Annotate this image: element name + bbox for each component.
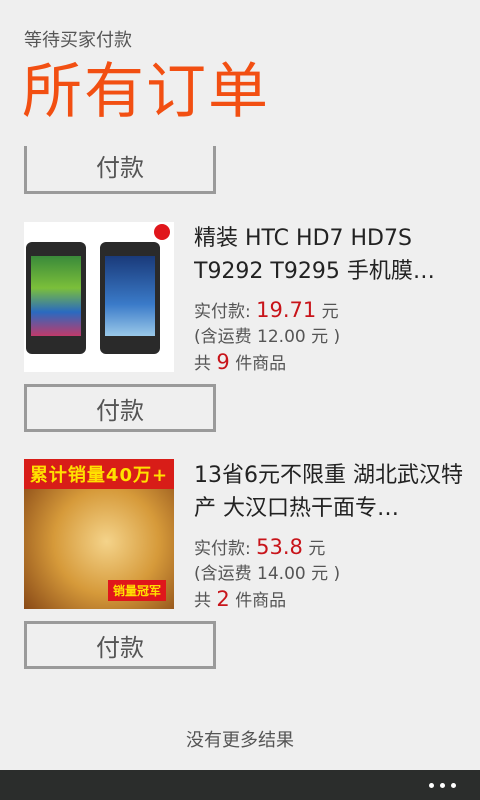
pay-button-previous[interactable]: 付款: [24, 146, 216, 194]
noodle-product-image: 累计销量40万+ 销量冠军: [24, 459, 174, 609]
order-item[interactable]: 累计销量40万+ 销量冠军 13省6元不限重 湖北武汉特产 大汉口热干面专… 实…: [24, 459, 464, 611]
count-prefix: 共: [194, 354, 211, 374]
page-title: 所有订单: [22, 57, 270, 127]
count-prefix: 共: [194, 591, 211, 611]
badge-icon: [154, 224, 170, 240]
paid-label: 实付款:: [194, 539, 251, 559]
page-subtitle: 等待买家付款: [24, 30, 132, 51]
item-count: 9: [216, 350, 230, 374]
currency-label: 元: [308, 539, 326, 559]
paid-amount: 53.8: [256, 535, 303, 559]
order-item[interactable]: 精装 HTC HD7 HD7S T9292 T9295 手机膜… 实付款: 19…: [24, 222, 464, 374]
item-count: 2: [216, 587, 230, 611]
shipping-text: (含运费 14.00 元 ): [194, 564, 341, 584]
pay-button[interactable]: 付款: [24, 621, 216, 669]
phone-product-image: [24, 222, 174, 372]
paid-label: 实付款:: [194, 302, 251, 322]
no-more-results: 没有更多结果: [186, 730, 294, 751]
more-options-icon[interactable]: [429, 783, 456, 788]
pay-button[interactable]: 付款: [24, 384, 216, 432]
app-bar: [0, 770, 480, 800]
paid-amount: 19.71: [256, 298, 317, 322]
order-title: 精装 HTC HD7 HD7S T9292 T9295 手机膜…: [194, 226, 435, 284]
count-suffix: 件商品: [235, 591, 287, 611]
shipping-text: (含运费 12.00 元 ): [194, 327, 341, 347]
order-title: 13省6元不限重 湖北武汉特产 大汉口热干面专…: [194, 463, 463, 521]
currency-label: 元: [321, 302, 339, 322]
count-suffix: 件商品: [235, 354, 287, 374]
